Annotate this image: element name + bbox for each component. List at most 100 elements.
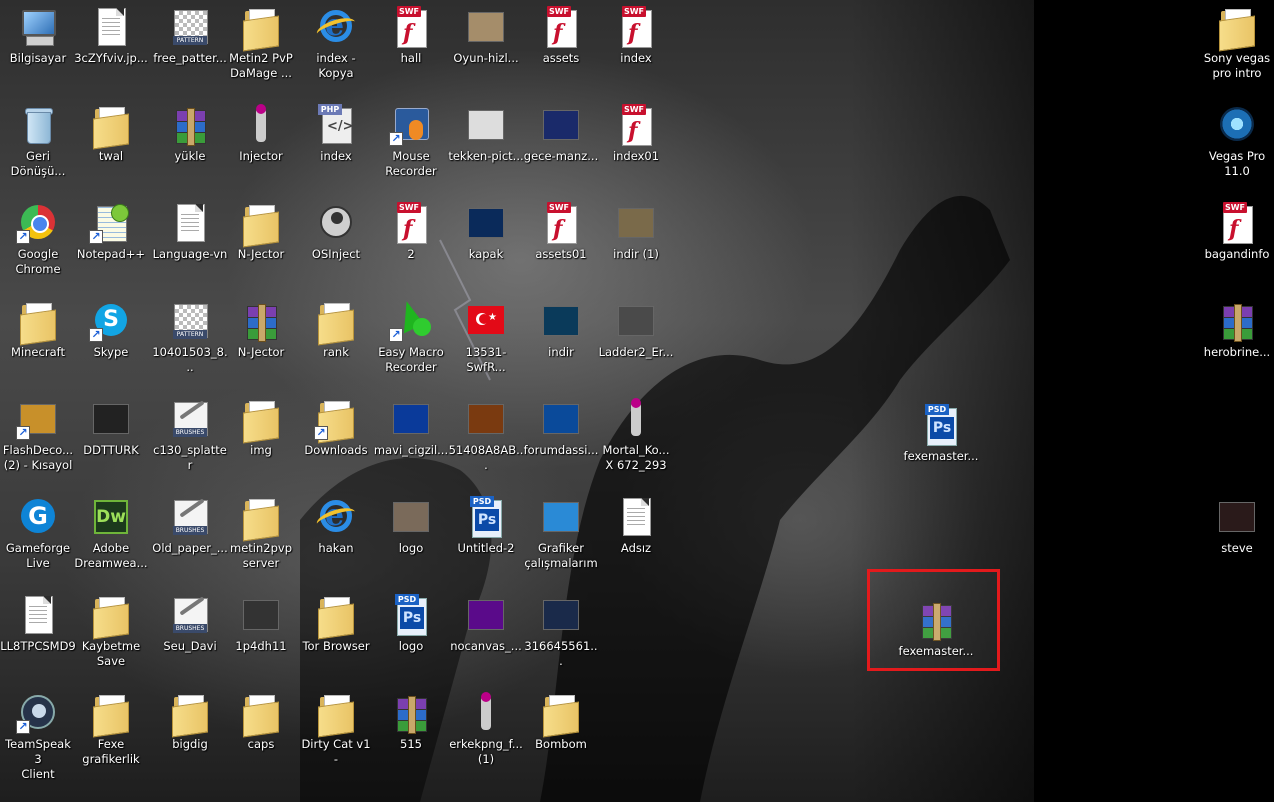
desktop-icon-easy-macro[interactable]: ↗ Easy Macro Recorder bbox=[373, 294, 449, 390]
desktop-icon-indir[interactable]: indir bbox=[523, 294, 599, 390]
shortcut-arrow-icon: ↗ bbox=[16, 426, 30, 440]
desktop-icon-label: index bbox=[620, 51, 652, 65]
desktop-icon-n-jector-1[interactable]: N-Jector bbox=[223, 196, 299, 292]
desktop-icon-herobrine[interactable]: herobrine... bbox=[1199, 294, 1274, 390]
desktop-icon-label: Old_paper_... bbox=[152, 541, 228, 555]
desktop-icon-label: free_patter... bbox=[153, 51, 227, 65]
skype-icon: S ↗ bbox=[89, 300, 133, 342]
desktop-icon-bigdig[interactable]: bigdig bbox=[152, 686, 228, 782]
image-thumbnail-icon bbox=[389, 398, 433, 440]
desktop-icon-vegas-pro[interactable]: Vegas Pro 11.0 bbox=[1199, 98, 1274, 194]
desktop-icon-untitled-2[interactable]: PSD Ps Untitled-2 bbox=[448, 490, 524, 586]
desktop-icon-label: N-Jector bbox=[237, 345, 285, 359]
desktop-icon-index-php[interactable]: PHP </> index bbox=[298, 98, 374, 194]
desktop-icon-mortal-kombat[interactable]: Mortal_Ko... X 672_293 bbox=[598, 392, 674, 488]
desktop-icon-ll8tpcsmd9[interactable]: LL8TPCSMD9 bbox=[0, 588, 76, 684]
desktop-icon-assets01[interactable]: SWF f assets01 bbox=[523, 196, 599, 292]
desktop-icon-index01[interactable]: SWF f index01 bbox=[598, 98, 674, 194]
desktop-icon-hall[interactable]: SWF f hall bbox=[373, 0, 449, 96]
desktop-icon-logo-psd[interactable]: PSD Ps logo bbox=[373, 588, 449, 684]
desktop-icon-adsiz[interactable]: Adsız bbox=[598, 490, 674, 586]
desktop-icon-label: indir (1) bbox=[613, 247, 659, 261]
desktop-icon-yukle[interactable]: yükle bbox=[152, 98, 228, 194]
desktop-icon-mavi-cigzil[interactable]: mavi_cigzil... bbox=[373, 392, 449, 488]
desktop-icon-label: Mouse Recorder bbox=[385, 149, 437, 178]
desktop-icon-tekken-pict[interactable]: tekken-pict... bbox=[448, 98, 524, 194]
desktop-icon-13531-swfr[interactable]: ★ 13531-SwfR... bbox=[448, 294, 524, 390]
desktop-icon-osinject[interactable]: OSInject bbox=[298, 196, 374, 292]
gameforge-icon: G bbox=[16, 496, 60, 538]
desktop-icon-316645561[interactable]: 316645561... bbox=[523, 588, 599, 684]
desktop-icon-bombom[interactable]: Bombom bbox=[523, 686, 599, 782]
desktop-icon-free-pattern[interactable]: PATTERN free_patter... bbox=[152, 0, 228, 96]
desktop-icon-label: Mortal_Ko... X 672_293 bbox=[602, 443, 670, 472]
desktop-icon-grafiker-calismalarim[interactable]: Grafiker çalışmalarım bbox=[523, 490, 599, 586]
desktop-icon-label: fexemaster... bbox=[903, 449, 979, 463]
desktop-icon-geri-donusum[interactable]: Geri Dönüşü... bbox=[0, 98, 76, 194]
desktop-icon-ladder2[interactable]: Ladder2_Er... bbox=[598, 294, 674, 390]
desktop-icon-gameforge-live[interactable]: G Gameforge Live bbox=[0, 490, 76, 586]
desktop-icon-label: kapak bbox=[468, 247, 504, 261]
desktop-icon-adobe-dreamweaver[interactable]: Dw Adobe Dreamwea... bbox=[73, 490, 149, 586]
desktop-icon-logo-1[interactable]: logo bbox=[373, 490, 449, 586]
desktop-icon-kaybetme-save[interactable]: Kaybetme Save bbox=[73, 588, 149, 684]
desktop-icon-kapak[interactable]: kapak bbox=[448, 196, 524, 292]
desktop-icon-teamspeak[interactable]: ↗ TeamSpeak 3 Client bbox=[0, 686, 76, 782]
desktop-icon-hakan[interactable]: e hakan bbox=[298, 490, 374, 586]
desktop-icon-img[interactable]: img bbox=[223, 392, 299, 488]
desktop-icon-metin2-pvp[interactable]: Metin2 PvP DaMage ... bbox=[223, 0, 299, 96]
desktop-icon-tor-browser[interactable]: Tor Browser bbox=[298, 588, 374, 684]
desktop-icon-index-kopya[interactable]: e index - Kopya bbox=[298, 0, 374, 96]
desktop-icon-bilgisayar[interactable]: Bilgisayar bbox=[0, 0, 76, 96]
desktop-icon-ddtturk[interactable]: DDTTURK bbox=[73, 392, 149, 488]
desktop-icon-oyun-hizli[interactable]: Oyun-hizl... bbox=[448, 0, 524, 96]
desktop-icon-index-swf[interactable]: SWF f index bbox=[598, 0, 674, 96]
winrar-archive-icon bbox=[389, 692, 433, 734]
desktop-icon-skype[interactable]: S ↗ Skype bbox=[73, 294, 149, 390]
desktop-icon-old-paper[interactable]: BRUSHES Old_paper_... bbox=[152, 490, 228, 586]
desktop-icon-downloads[interactable]: ↗ Downloads bbox=[298, 392, 374, 488]
desktop-icon-fexemaster-psd[interactable]: PSD Ps fexemaster... bbox=[903, 398, 979, 494]
image-thumbnail-icon bbox=[614, 300, 658, 342]
desktop-icon-mouse-recorder[interactable]: ↗ Mouse Recorder bbox=[373, 98, 449, 194]
desktop-icon-3czyfviv[interactable]: 3cZYfviv.jp... bbox=[73, 0, 149, 96]
folder-icon bbox=[314, 300, 358, 346]
desktop-icon-fexe-grafikerlik[interactable]: Fexe grafikerlik bbox=[73, 686, 149, 782]
desktop-icon-10401503[interactable]: PATTERN 10401503_8... bbox=[152, 294, 228, 390]
desktop-icon-language-vn[interactable]: Language-vn bbox=[152, 196, 228, 292]
desktop-icon-gece-manz[interactable]: gece-manz... bbox=[523, 98, 599, 194]
desktop-icon-sony-vegas-intro[interactable]: Sony vegas pro intro bbox=[1199, 0, 1274, 96]
desktop-icon-dirty-cat[interactable]: Dirty Cat v1 - bbox=[298, 686, 374, 782]
desktop-icon-seu-davi[interactable]: BRUSHES Seu_Davi bbox=[152, 588, 228, 684]
desktop-icon-label: TeamSpeak 3 Client bbox=[5, 737, 71, 781]
desktop-icon-notepadpp[interactable]: ↗ Notepad++ bbox=[73, 196, 149, 292]
desktop-icon-label: Injector bbox=[239, 149, 283, 163]
desktop-icon-steve[interactable]: steve bbox=[1199, 490, 1274, 586]
desktop-icon-minecraft[interactable]: Minecraft bbox=[0, 294, 76, 390]
desktop-icon-label: Language-vn bbox=[152, 247, 228, 261]
desktop-icon-c130-splatter[interactable]: BRUSHES c130_splatter bbox=[152, 392, 228, 488]
desktop-icon-flashdeco[interactable]: ↗ FlashDeco... (2) - Kısayol bbox=[0, 392, 76, 488]
desktop-icon-metin2pvp-server[interactable]: metin2pvp server bbox=[223, 490, 299, 586]
desktop-icon-swf-2[interactable]: SWF f 2 bbox=[373, 196, 449, 292]
desktop-icon-google-chrome[interactable]: ↗ Google Chrome bbox=[0, 196, 76, 292]
desktop-icon-forumdassi[interactable]: forumdassi... bbox=[523, 392, 599, 488]
desktop-icon-label: Grafiker çalışmalarım bbox=[524, 541, 598, 570]
desktop-icon-n-jector-2[interactable]: N-Jector bbox=[223, 294, 299, 390]
flash-file-icon: SWF f bbox=[389, 202, 433, 244]
desktop-icon-bagandinfo[interactable]: SWF f bagandinfo bbox=[1199, 196, 1274, 292]
desktop-icon-51408a8ab[interactable]: 51408A8AB... bbox=[448, 392, 524, 488]
desktop-icon-twal[interactable]: twal bbox=[73, 98, 149, 194]
desktop-icon-rar-515[interactable]: 515 bbox=[373, 686, 449, 782]
desktop-icon-assets[interactable]: SWF f assets bbox=[523, 0, 599, 96]
desktop-icon-1p4dh11[interactable]: 1p4dh11 bbox=[223, 588, 299, 684]
winrar-archive-icon bbox=[1215, 300, 1259, 342]
desktop-icon-indir-1[interactable]: indir (1) bbox=[598, 196, 674, 292]
desktop-icon-erkekpng[interactable]: erkekpng_f... (1) bbox=[448, 686, 524, 782]
macro-recorder-icon: ↗ bbox=[389, 298, 433, 342]
desktop-icon-caps[interactable]: caps bbox=[223, 686, 299, 782]
folder-icon bbox=[1215, 6, 1259, 52]
desktop-icon-rank[interactable]: rank bbox=[298, 294, 374, 390]
desktop-icon-injector[interactable]: Injector bbox=[223, 98, 299, 194]
desktop-icon-nocanvas[interactable]: nocanvas_... bbox=[448, 588, 524, 684]
